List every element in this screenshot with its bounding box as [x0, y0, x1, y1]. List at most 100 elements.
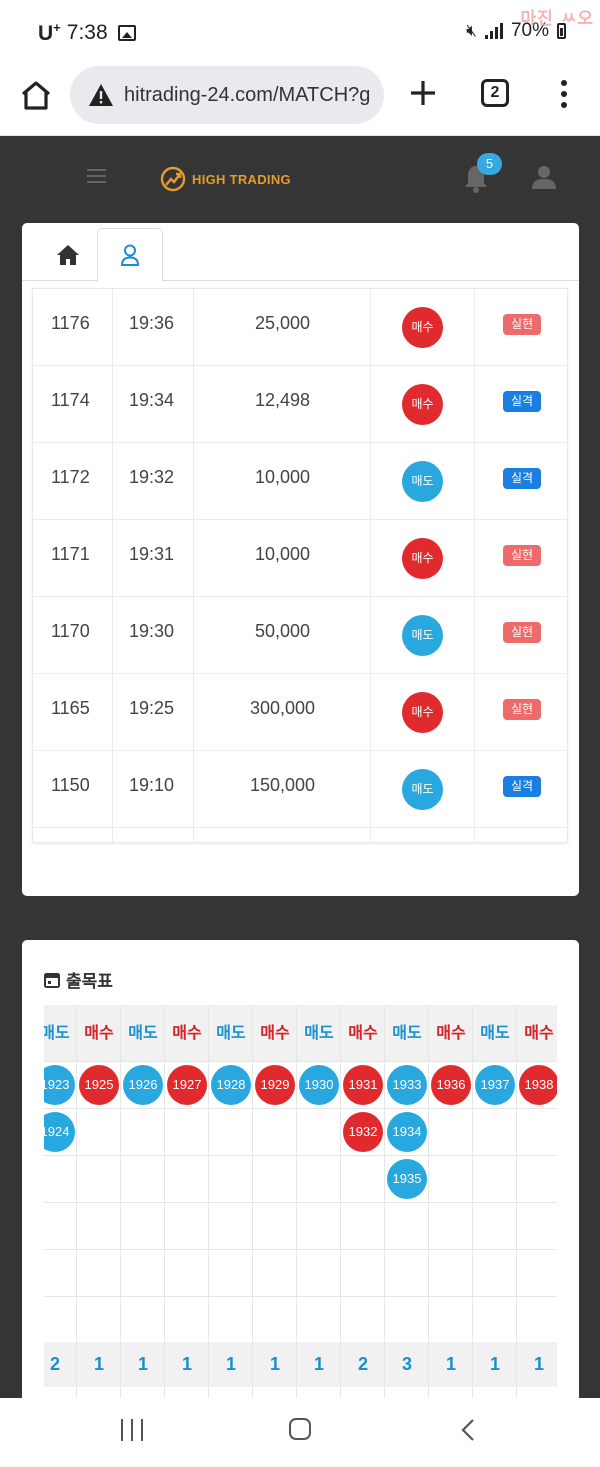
schedule-column-header: 매도 [121, 1005, 165, 1061]
hamburger-menu-icon[interactable] [87, 169, 106, 183]
schedule-ball[interactable]: 1935 [387, 1159, 427, 1199]
schedule-column: 매수 1929 1 [252, 1005, 297, 1398]
trade-row[interactable]: 1176 19:36 25,000 매수 실현 [33, 289, 567, 366]
schedule-cell: 1926 [121, 1061, 165, 1108]
schedule-cell [165, 1155, 209, 1202]
schedule-ball[interactable]: 1925 [79, 1065, 119, 1105]
schedule-ball[interactable]: 1927 [167, 1065, 207, 1105]
schedule-cell [473, 1108, 517, 1155]
schedule-ball[interactable]: 1932 [343, 1112, 383, 1152]
schedule-ball[interactable]: 1938 [519, 1065, 557, 1105]
schedule-cell [209, 1249, 253, 1296]
trade-amount: 10,000 [254, 467, 311, 487]
trade-number-cell: 1165 [33, 674, 113, 751]
browser-menu-button[interactable] [554, 78, 574, 110]
trade-number-cell: 1174 [33, 366, 113, 443]
schedule-ball[interactable]: 1930 [299, 1065, 339, 1105]
schedule-column-count: 3 [385, 1342, 429, 1387]
schedule-cell [253, 1155, 297, 1202]
brand-logo[interactable]: HIGH TRADING [160, 166, 291, 192]
browser-home-button[interactable] [16, 76, 56, 116]
schedule-column-count: 1 [253, 1342, 297, 1387]
schedule-column-header: 매도 [44, 1005, 77, 1061]
trade-time: 19:32 [129, 467, 175, 487]
trade-result-cell: 실현 [475, 520, 567, 597]
schedule-cell [44, 1249, 77, 1296]
trade-time: 19:36 [129, 313, 175, 333]
schedule-cell [297, 1155, 341, 1202]
trade-amount-cell: 300,000 [194, 674, 371, 751]
schedule-ball[interactable]: 1936 [431, 1065, 471, 1105]
schedule-cell [297, 1296, 341, 1343]
trade-number: 1171 [51, 544, 90, 564]
schedule-cell [297, 1249, 341, 1296]
schedule-column: 매수 1938 1 [516, 1005, 557, 1398]
schedule-column-header: 매도 [209, 1005, 253, 1061]
schedule-ball[interactable]: 1937 [475, 1065, 515, 1105]
trade-row[interactable]: 1172 19:32 10,000 매도 실격 [33, 443, 567, 520]
trade-row[interactable]: 1165 19:25 300,000 매수 실현 [33, 674, 567, 751]
trade-side-cell: 매도 [371, 751, 475, 828]
trade-amount-cell: 10,000 [194, 520, 371, 597]
trade-row-partial [33, 828, 567, 842]
schedule-column: 매도 1937 1 [472, 1005, 517, 1398]
schedule-cell [473, 1155, 517, 1202]
trade-result-cell: 실격 [475, 751, 567, 828]
schedule-cell [517, 1296, 557, 1343]
tab-home[interactable] [38, 229, 98, 281]
back-icon[interactable] [460, 1418, 476, 1442]
trade-row[interactable]: 1171 19:31 10,000 매수 실현 [33, 520, 567, 597]
trade-side-badge: 매수 [402, 692, 443, 733]
trade-number-cell: 1176 [33, 289, 113, 366]
schedule-cell [121, 1249, 165, 1296]
schedule-cell [429, 1249, 473, 1296]
schedule-column: 매수 1936 1 [428, 1005, 473, 1398]
schedule-cell: 1929 [253, 1061, 297, 1108]
schedule-cell: 1931 [341, 1061, 385, 1108]
trade-row[interactable]: 1170 19:30 50,000 매도 실현 [33, 597, 567, 674]
new-tab-button[interactable] [406, 76, 440, 110]
home-icon [21, 81, 51, 110]
trade-result-cell: 실격 [475, 366, 567, 443]
schedule-ball[interactable]: 1924 [44, 1112, 75, 1152]
schedule-ball[interactable]: 1926 [123, 1065, 163, 1105]
recent-apps-button[interactable] [121, 1419, 143, 1441]
trade-amount: 10,000 [254, 544, 311, 564]
trade-row[interactable]: 1174 19:34 12,498 매수 실격 [33, 366, 567, 443]
schedule-cell [253, 1108, 297, 1155]
trade-number: 1176 [51, 313, 90, 333]
trade-number-cell: 1150 [33, 751, 113, 828]
trade-number-cell: 1172 [33, 443, 113, 520]
tab-profile[interactable] [97, 228, 163, 282]
notification-badge: 5 [477, 153, 502, 175]
warning-icon [89, 84, 113, 106]
trade-number-cell: 1171 [33, 520, 113, 597]
schedule-ball[interactable]: 1928 [211, 1065, 251, 1105]
schedule-ball[interactable]: 1929 [255, 1065, 295, 1105]
schedule-column: 매수 1925 1 [76, 1005, 121, 1398]
card-tabs [22, 223, 579, 282]
system-home-button[interactable] [289, 1418, 311, 1440]
user-icon[interactable] [531, 164, 557, 190]
schedule-column: 매도 1926 1 [120, 1005, 165, 1398]
tab-switcher-button[interactable]: 2 [481, 79, 509, 107]
schedule-ball[interactable]: 1934 [387, 1112, 427, 1152]
trade-time: 19:30 [129, 621, 175, 641]
trade-time: 19:10 [129, 775, 175, 795]
schedule-cell [517, 1155, 557, 1202]
trade-result-badge: 실현 [503, 545, 541, 566]
trade-time-cell: 19:10 [113, 751, 194, 828]
schedule-column-count: 2 [341, 1342, 385, 1387]
schedule-ball[interactable]: 1931 [343, 1065, 383, 1105]
schedule-ball[interactable]: 1933 [387, 1065, 427, 1105]
trade-result-badge: 실현 [503, 622, 541, 643]
schedule-ball[interactable]: 1923 [44, 1065, 75, 1105]
trade-amount-cell: 150,000 [194, 751, 371, 828]
trade-amount: 50,000 [254, 621, 311, 641]
schedule-cell [209, 1108, 253, 1155]
url-bar[interactable]: hitrading-24.com/MATCH?g [70, 66, 384, 124]
app-page: HIGH TRADING 5 1176 19:36 25,000 매수 실현 1174 19… [0, 136, 600, 1398]
trade-time-cell: 19:31 [113, 520, 194, 597]
schedule-grid[interactable]: 매도 1923 1924 2 매수 1925 1 매도 1926 1 매수 1927 1 매도 1928 1 매… [44, 1005, 557, 1398]
trade-row[interactable]: 1150 19:10 150,000 매도 실격 [33, 751, 567, 828]
